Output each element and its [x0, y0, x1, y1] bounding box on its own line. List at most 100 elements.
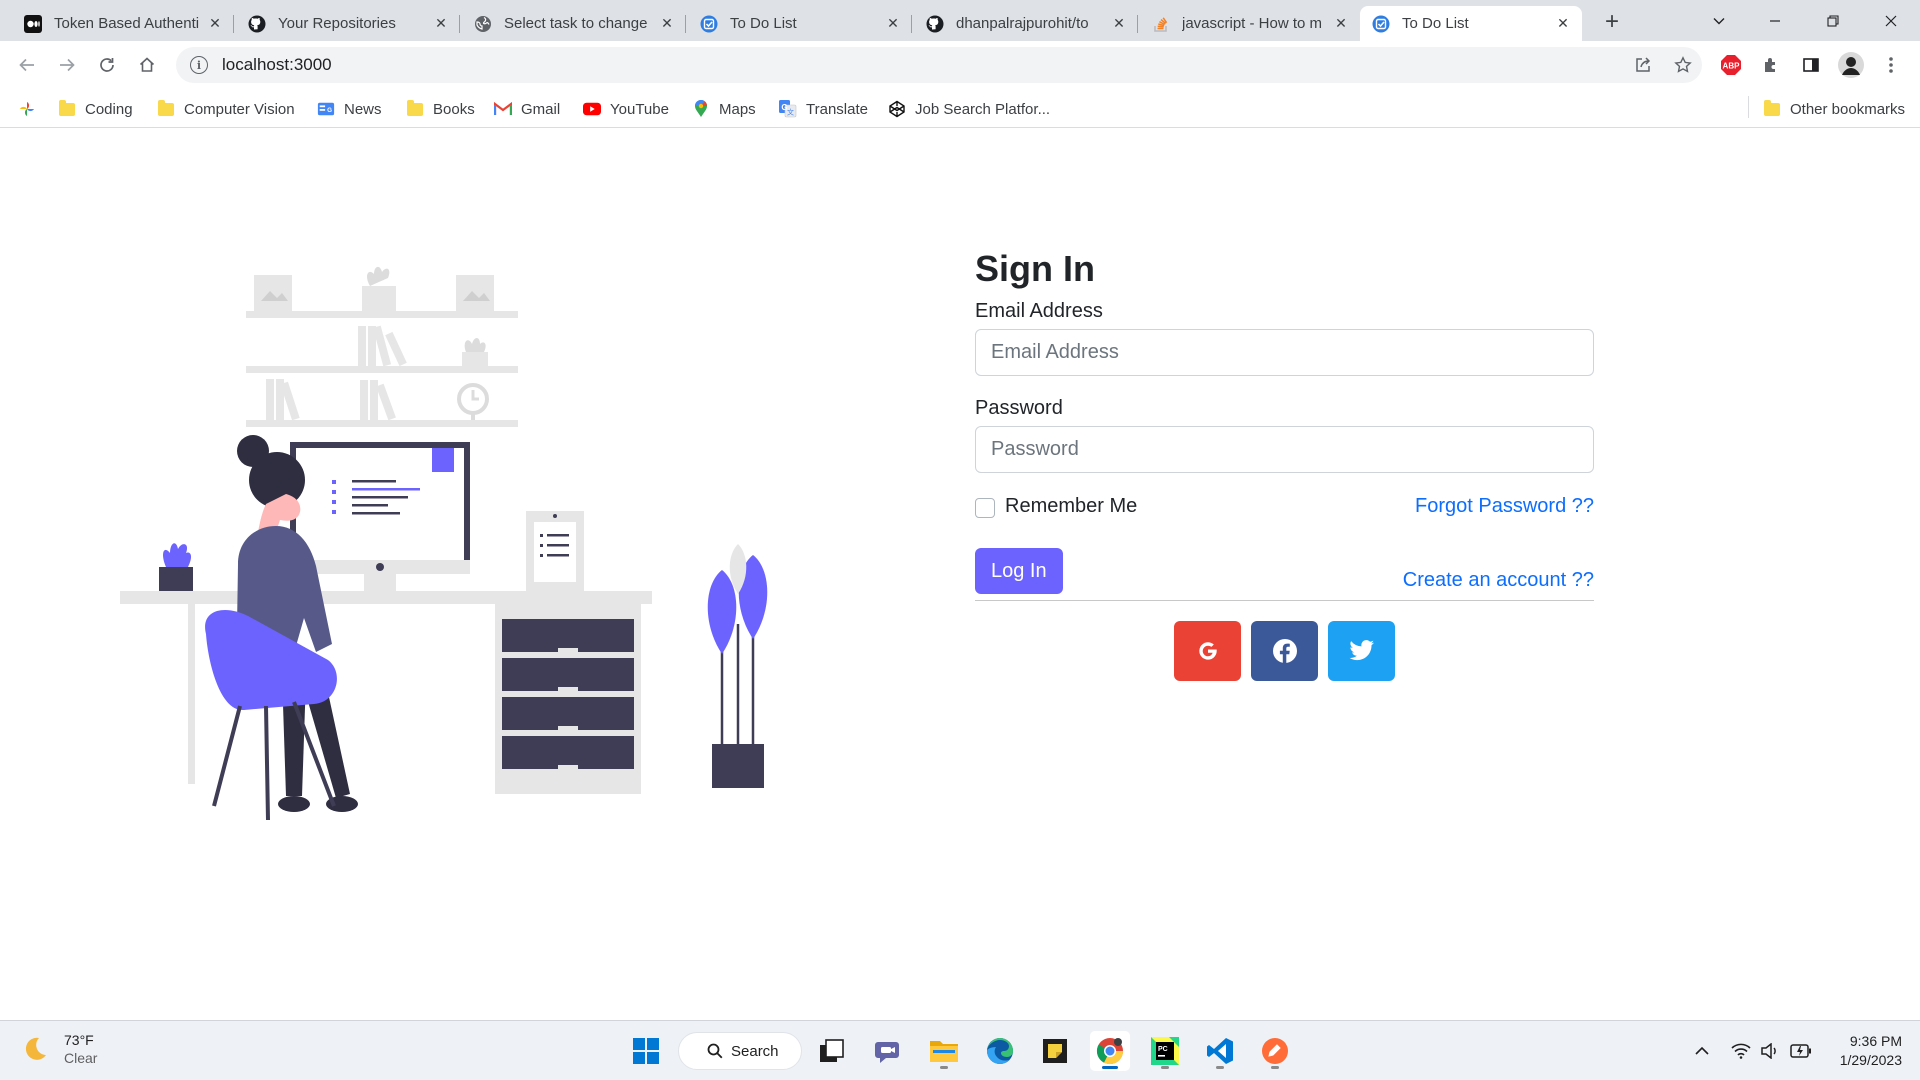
svg-text:ABP: ABP	[1723, 62, 1741, 71]
translate-icon: G文	[779, 100, 797, 118]
bookmark-translate[interactable]: G文 Translate	[779, 97, 868, 121]
address-bar[interactable]: i localhost:3000	[176, 47, 1702, 83]
browser-toolbar: i localhost:3000 ABP	[0, 41, 1920, 90]
vscode-icon[interactable]	[1200, 1031, 1240, 1071]
bookmark-star-icon[interactable]	[1668, 50, 1698, 80]
bookmark-job-search[interactable]: Job Search Platfor...	[888, 97, 1050, 121]
bookmark-computer-vision[interactable]: Computer Vision	[157, 97, 295, 121]
pycharm-icon[interactable]: PC	[1145, 1031, 1185, 1071]
postman-icon[interactable]	[1255, 1031, 1295, 1071]
folder-icon	[406, 99, 424, 118]
login-button[interactable]: Log In	[975, 548, 1063, 595]
tab-todo-list-active[interactable]: To Do List ✕	[1360, 6, 1582, 41]
share-icon[interactable]	[1628, 50, 1658, 80]
tab-title: To Do List	[730, 15, 797, 32]
bookmark-maps[interactable]: Maps	[692, 97, 756, 121]
tab-close-icon[interactable]: ✕	[1332, 15, 1350, 33]
restore-button[interactable]	[1804, 0, 1862, 41]
minimize-button[interactable]	[1746, 0, 1804, 41]
bookmark-news[interactable]: G News	[317, 97, 382, 121]
profile-avatar[interactable]	[1836, 50, 1866, 80]
tab-close-icon[interactable]: ✕	[206, 15, 224, 33]
password-field[interactable]	[975, 426, 1594, 474]
side-panel-icon[interactable]	[1796, 50, 1826, 80]
task-view-icon[interactable]	[812, 1031, 852, 1071]
remember-me-checkbox[interactable]	[975, 498, 995, 519]
tab-github-repo[interactable]: dhanpalrajpurohit/to ✕	[914, 6, 1138, 41]
email-group: Email Address	[975, 300, 1594, 377]
moon-icon	[25, 1037, 46, 1060]
stackoverflow-icon	[1152, 15, 1170, 33]
new-tab-button[interactable]: +	[1598, 8, 1626, 36]
desk	[120, 591, 652, 794]
notepad	[526, 511, 584, 591]
windows-start-icon[interactable]	[626, 1031, 666, 1071]
tab-close-icon[interactable]: ✕	[884, 15, 902, 33]
tab-close-icon[interactable]: ✕	[1554, 15, 1572, 33]
bookmark-label: Maps	[719, 100, 756, 118]
adblock-icon[interactable]: ABP	[1716, 50, 1746, 80]
site-info-icon[interactable]: i	[190, 56, 208, 74]
teams-chat-icon[interactable]	[869, 1031, 909, 1071]
computer-monitor	[290, 442, 470, 591]
tab-todo-list[interactable]: To Do List ✕	[688, 6, 912, 41]
svg-text:G: G	[327, 107, 332, 114]
sticky-notes-icon[interactable]	[1035, 1031, 1075, 1071]
password-group: Password	[975, 397, 1594, 474]
tray-overflow-chevron-icon[interactable]	[1688, 1031, 1716, 1071]
tab-close-icon[interactable]: ✕	[432, 15, 450, 33]
taskbar-search[interactable]: Search	[678, 1032, 802, 1070]
edge-icon[interactable]	[980, 1031, 1020, 1071]
battery-icon[interactable]	[1786, 1031, 1816, 1071]
forgot-password-link[interactable]: Forgot Password ??	[1415, 495, 1594, 518]
facebook-login-button[interactable]	[1251, 621, 1318, 682]
extensions-icon[interactable]	[1756, 50, 1786, 80]
tab-title: Your Repositories	[278, 15, 396, 32]
screen: Token Based Authenti ✕ Your Repositories…	[0, 0, 1920, 1080]
remember-me-label[interactable]: Remember Me	[1005, 495, 1137, 518]
globe-icon	[474, 15, 492, 33]
facebook-icon	[1272, 639, 1297, 664]
forward-button[interactable]	[51, 49, 83, 81]
login-row: Log In Create an account ??	[975, 548, 1594, 600]
bookmark-other[interactable]: Other bookmarks	[1763, 97, 1905, 121]
wifi-icon[interactable]	[1726, 1031, 1756, 1071]
tall-potted-plant	[707, 544, 768, 788]
tab-title: Select task to change	[504, 15, 648, 32]
bookmark-gmail[interactable]: Gmail	[494, 97, 560, 121]
tab-close-icon[interactable]: ✕	[1110, 15, 1128, 33]
email-field[interactable]	[975, 329, 1594, 377]
google-news-icon: G	[317, 100, 335, 118]
tab-stackoverflow[interactable]: javascript - How to m ✕	[1140, 6, 1360, 41]
tab-repositories[interactable]: Your Repositories ✕	[236, 6, 460, 41]
tab-separator	[233, 15, 234, 33]
medium-icon	[24, 14, 42, 33]
taskbar-clock[interactable]: 9:36 PM 1/29/2023	[1840, 1032, 1902, 1070]
bookmark-books[interactable]: Books	[406, 97, 475, 121]
tab-token-auth[interactable]: Token Based Authenti ✕	[12, 6, 234, 41]
create-account-link[interactable]: Create an account ??	[1403, 569, 1594, 592]
tab-strip: Token Based Authenti ✕ Your Repositories…	[0, 0, 1920, 41]
menu-kebab-icon[interactable]	[1876, 50, 1906, 80]
google-login-button[interactable]	[1174, 621, 1241, 682]
file-explorer-icon[interactable]	[924, 1031, 964, 1071]
tab-search-chevron-icon[interactable]	[1690, 0, 1748, 41]
tab-close-icon[interactable]: ✕	[658, 15, 676, 33]
close-window-button[interactable]	[1862, 0, 1920, 41]
codepen-icon	[888, 100, 906, 118]
home-button[interactable]	[131, 49, 163, 81]
tab-separator	[1137, 15, 1138, 33]
chrome-icon[interactable]	[1090, 1031, 1130, 1071]
reload-button[interactable]	[91, 49, 123, 81]
google-icon	[1198, 642, 1217, 660]
tab-select-task[interactable]: Select task to change ✕	[462, 6, 686, 41]
tab-title: Token Based Authenti	[54, 15, 200, 32]
bookmark-youtube[interactable]: YouTube	[583, 97, 669, 121]
twitter-login-button[interactable]	[1328, 621, 1395, 682]
apps-shortcut[interactable]	[18, 97, 45, 121]
volume-icon[interactable]	[1756, 1031, 1786, 1071]
github-icon	[248, 15, 266, 33]
bookmark-coding[interactable]: Coding	[58, 97, 133, 121]
weather-widget[interactable]: 73°F Clear	[20, 1031, 97, 1067]
back-button[interactable]	[11, 49, 43, 81]
